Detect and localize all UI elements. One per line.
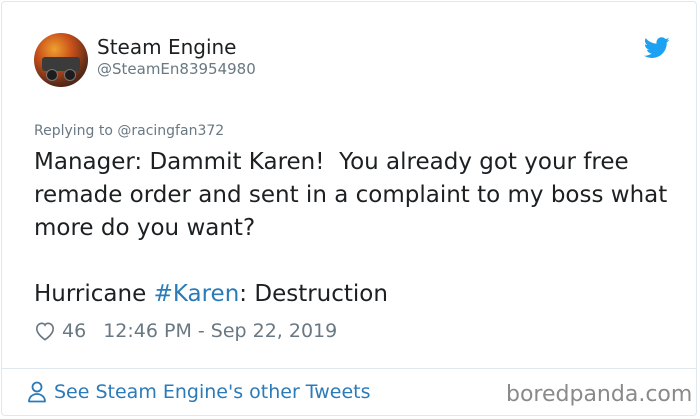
hashtag-link[interactable]: #Karen	[154, 281, 240, 307]
author-name[interactable]: Steam Engine	[97, 35, 236, 59]
replying-to[interactable]: Replying to @racingfan372	[34, 123, 224, 139]
see-more-tweets-link[interactable]: See Steam Engine's other Tweets	[27, 381, 371, 403]
tweet-meta: 46 12:46 PM - Sep 22, 2019	[34, 320, 337, 342]
avatar[interactable]	[34, 33, 88, 87]
see-more-label[interactable]: See Steam Engine's other Tweets	[54, 381, 371, 403]
tweet-text: Manager: Dammit Karen! You already got y…	[34, 146, 674, 311]
timestamp[interactable]: 12:46 PM - Sep 22, 2019	[103, 320, 337, 342]
twitter-bird-icon[interactable]	[644, 37, 670, 59]
hurricane-suffix: : Destruction	[239, 281, 388, 307]
watermark: boredpanda.com	[506, 382, 693, 407]
like-count[interactable]: 46	[62, 320, 86, 342]
tweet-text-main: Manager: Dammit Karen! You already got y…	[34, 149, 675, 241]
heart-icon[interactable]	[34, 321, 56, 341]
person-icon	[28, 381, 46, 403]
hurricane-prefix: Hurricane	[34, 281, 154, 307]
author-handle[interactable]: @SteamEn83954980	[97, 60, 256, 78]
divider	[1, 368, 697, 369]
locomotive-shape	[42, 57, 80, 71]
tweet-card: Steam Engine @SteamEn83954980 Replying t…	[1, 1, 697, 416]
